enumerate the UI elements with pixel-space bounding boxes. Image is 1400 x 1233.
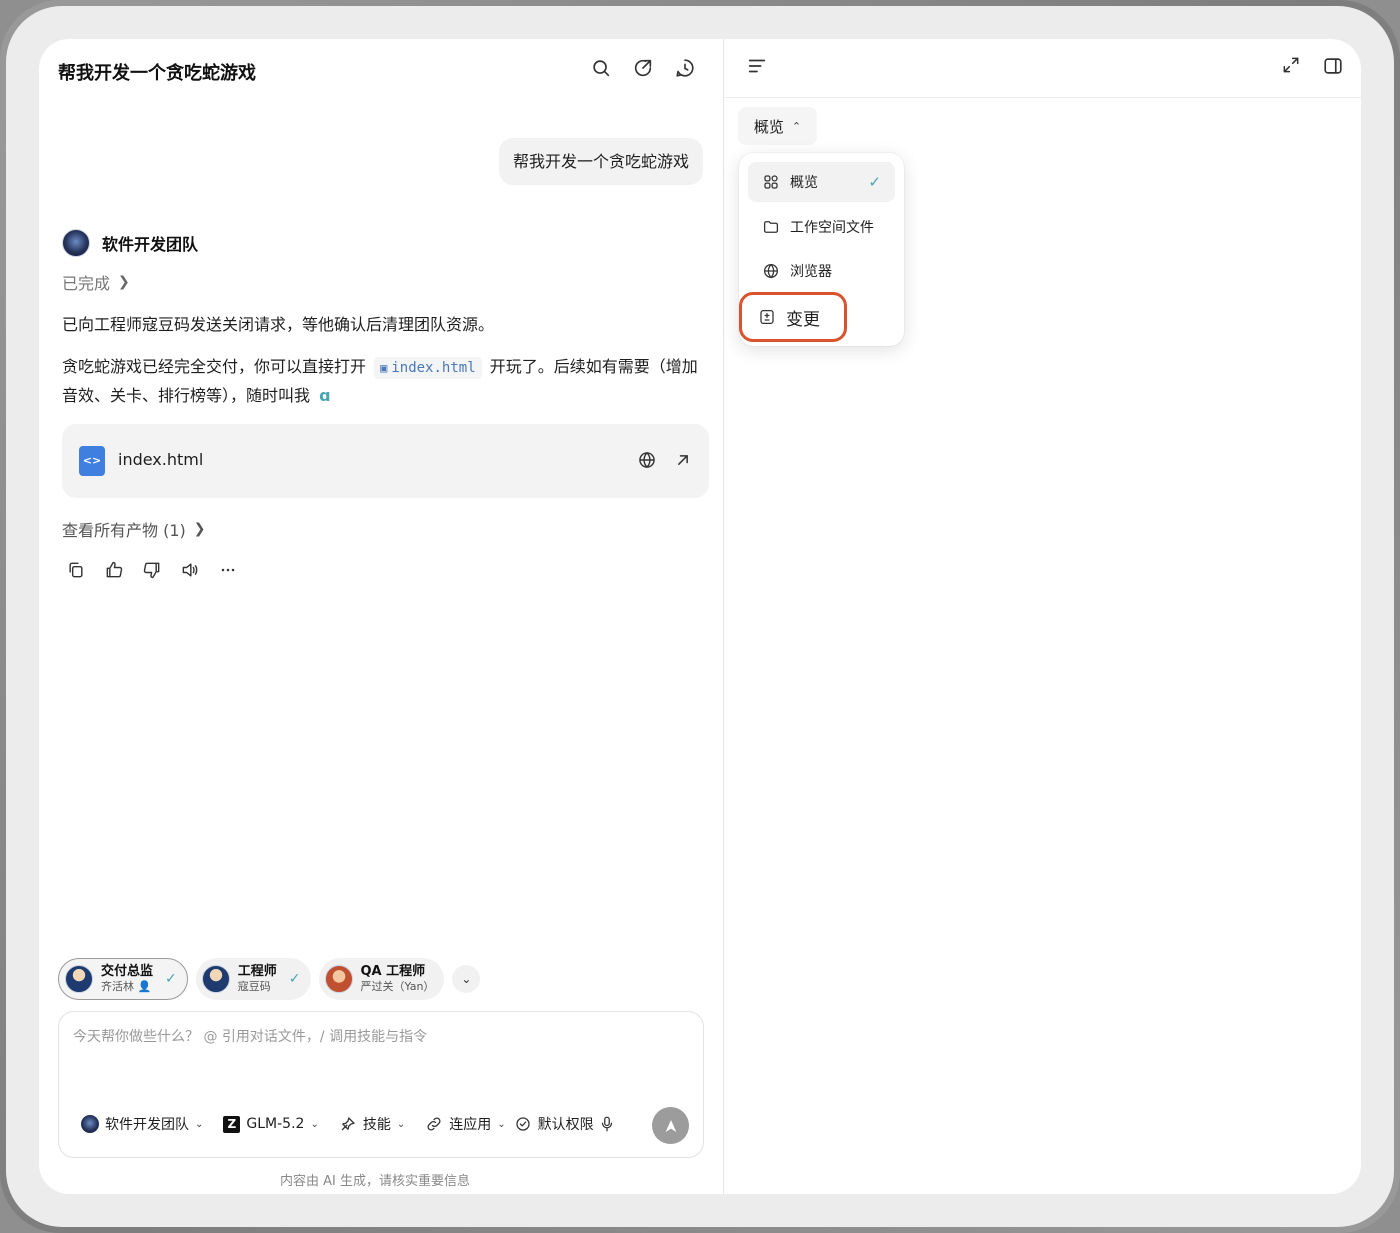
permission-label: 默认权限 <box>537 1117 594 1133</box>
all-products-label: 查看所有产物 (1) <box>62 521 186 540</box>
file-card-name: index.html <box>118 450 204 469</box>
grid-icon <box>762 173 780 191</box>
view-dropdown-menu: 概览 ✓ 工作空间文件 浏览器 变更 <box>739 153 904 346</box>
message-input[interactable]: 今天帮你做些什么？ @ 引用对话文件，/ 调用技能与指令 软件开发团队 ⌄ Z … <box>58 1011 704 1158</box>
agent-chip-subtitle: 寇豆码 <box>237 980 271 993</box>
menu-item-browser[interactable]: 浏览器 <box>748 251 895 291</box>
chat-pane: 帮我开发一个贪吃蛇游戏 帮我开发一个贪吃蛇游戏 软件开发团队 已完成 ❯ 已向工… <box>39 39 723 1194</box>
agent-chip-title: 交付总监 <box>101 964 154 979</box>
microphone-icon[interactable] <box>598 1115 616 1133</box>
view-selector-button[interactable]: 概览 ⌃ <box>738 107 817 145</box>
menu-item-label: 变更 <box>786 309 820 330</box>
agent-message-paragraph-2: 贪吃蛇游戏已经完全交付，你可以直接打开 ▣ index.html 开玩了。后续如有… <box>62 352 707 410</box>
speaker-icon[interactable] <box>180 560 200 580</box>
file-code-icon: ▣ <box>380 361 388 375</box>
message-actions <box>66 560 238 580</box>
team-selector-label: 软件开发团队 <box>105 1117 189 1133</box>
model-selector[interactable]: Z GLM-5.2 ⌄ <box>223 1115 319 1133</box>
thumbs-up-icon[interactable] <box>104 560 124 580</box>
input-toolbar: 软件开发团队 ⌄ Z GLM-5.2 ⌄ 技能 ⌄ 连应用 ⌄ 默认权限 <box>81 1114 642 1134</box>
app-window: 帮我开发一个贪吃蛇游戏 帮我开发一个贪吃蛇游戏 软件开发团队 已完成 ❯ 已向工… <box>39 39 1361 1194</box>
agent-name: 软件开发团队 <box>102 235 199 254</box>
agent-chips: 交付总监 齐活林 👤 ✓ 工程师 寇豆码 ✓ QA 工程师 严过关（Yan） ⌄ <box>58 958 481 1000</box>
sidebar-toggle-icon[interactable] <box>1322 55 1344 77</box>
folder-icon <box>762 218 780 236</box>
globe-icon <box>762 262 780 280</box>
agent-avatar <box>62 229 90 257</box>
workspace-pane: 概览 ⌃ 概览 ✓ 工作空间文件 浏览器 变更 <box>724 39 1361 1194</box>
avatar <box>65 965 93 993</box>
search-icon[interactable] <box>590 57 612 79</box>
chevron-right-icon: ❯ <box>118 274 130 290</box>
file-card[interactable]: <> index.html <box>62 424 709 498</box>
chevron-down-icon[interactable]: ⌄ <box>452 965 481 993</box>
zhipu-logo-icon: Z <box>223 1115 241 1133</box>
chevron-down-icon: ⌄ <box>396 1118 406 1130</box>
chevron-up-icon: ⌃ <box>791 119 802 133</box>
permission-selector[interactable]: 默认权限 <box>514 1114 622 1134</box>
status-text: 已完成 <box>62 274 111 293</box>
globe-icon[interactable] <box>637 450 657 470</box>
menu-item-label: 浏览器 <box>790 264 832 280</box>
menu-item-changes[interactable]: 变更 <box>739 292 847 342</box>
check-icon: ✓ <box>165 971 177 987</box>
menu-lines-icon[interactable] <box>746 55 768 77</box>
skills-label: 技能 <box>362 1117 391 1133</box>
user-message-bubble: 帮我开发一个贪吃蛇游戏 <box>498 138 703 185</box>
link-icon <box>425 1115 443 1133</box>
agent-chip-qa-engineer[interactable]: QA 工程师 严过关（Yan） <box>318 958 445 1000</box>
share-icon[interactable] <box>632 57 654 79</box>
team-avatar <box>81 1115 99 1133</box>
wave-emoji-icon: ɑ <box>319 386 331 405</box>
agent-message-paragraph-1: 已向工程师寇豆码发送关闭请求，等他确认后清理团队资源。 <box>62 315 495 334</box>
open-external-icon[interactable] <box>673 450 693 470</box>
check-icon: ✓ <box>868 173 881 191</box>
menu-item-workspace-files[interactable]: 工作空间文件 <box>748 207 895 247</box>
copy-icon[interactable] <box>66 560 86 580</box>
shield-check-icon <box>514 1115 532 1133</box>
paragraph-2-text-before: 贪吃蛇游戏已经完全交付，你可以直接打开 <box>62 357 367 376</box>
history-icon[interactable] <box>674 57 696 79</box>
skills-icon <box>339 1115 357 1133</box>
connect-app-selector[interactable]: 连应用 ⌄ <box>425 1114 506 1134</box>
input-placeholder: 今天帮你做些什么？ @ 引用对话文件，/ 调用技能与指令 <box>73 1029 428 1045</box>
thumbs-down-icon[interactable] <box>142 560 162 580</box>
expand-icon[interactable] <box>1281 55 1301 75</box>
model-selector-label: GLM-5.2 <box>246 1116 305 1132</box>
avatar <box>201 965 230 993</box>
team-selector[interactable]: 软件开发团队 ⌄ <box>81 1114 203 1134</box>
menu-item-overview[interactable]: 概览 ✓ <box>748 162 895 202</box>
view-selector-label: 概览 <box>753 117 784 136</box>
avatar <box>324 965 353 993</box>
send-button[interactable] <box>652 1107 689 1144</box>
html-file-icon: <> <box>79 446 105 476</box>
inline-file-name: index.html <box>391 360 476 376</box>
agent-chip-engineer[interactable]: 工程师 寇豆码 ✓ <box>195 958 311 1000</box>
diff-icon <box>758 308 776 326</box>
connect-app-label: 连应用 <box>449 1117 492 1133</box>
chevron-right-icon: ❯ <box>193 521 206 537</box>
agent-chip-delivery-director[interactable]: 交付总监 齐活林 👤 ✓ <box>58 958 188 1000</box>
agent-header: 软件开发团队 <box>62 229 198 257</box>
view-all-products-link[interactable]: 查看所有产物 (1) ❯ <box>62 517 206 541</box>
check-icon: ✓ <box>288 971 301 987</box>
chevron-down-icon: ⌄ <box>310 1118 319 1130</box>
chat-title: 帮我开发一个贪吃蛇游戏 <box>58 63 256 84</box>
chevron-down-icon: ⌄ <box>195 1118 204 1130</box>
menu-item-label: 概览 <box>790 175 818 191</box>
chevron-down-icon: ⌄ <box>497 1118 506 1130</box>
agent-chip-subtitle: 严过关（Yan） <box>360 980 435 993</box>
header-divider <box>724 97 1361 98</box>
skills-selector[interactable]: 技能 ⌄ <box>339 1114 405 1134</box>
status-toggle[interactable]: 已完成 ❯ <box>62 270 130 294</box>
person-icon: 👤 <box>137 980 152 993</box>
agent-chip-title: 工程师 <box>237 964 277 979</box>
inline-file-link[interactable]: ▣ index.html <box>374 357 482 379</box>
agent-chip-title: QA 工程师 <box>360 964 426 979</box>
menu-item-label: 工作空间文件 <box>790 220 874 236</box>
agent-chip-subtitle: 齐活林 👤 <box>101 980 152 993</box>
ai-disclaimer: 内容由 AI 生成，请核实重要信息 <box>280 1174 470 1189</box>
more-icon[interactable] <box>218 560 238 580</box>
